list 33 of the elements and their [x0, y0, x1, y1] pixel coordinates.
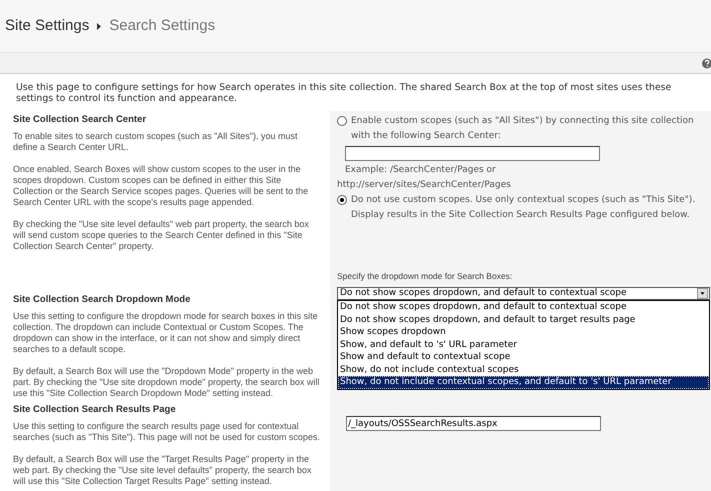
section-description: To enable sites to search custom scopes (such as "All Sites"), you must define a Search Center URL. — [13, 131, 299, 153]
section-title: Site Collection Search Results Page — [13, 404, 177, 415]
section-description: By default, a Search Box will use the "Dropdown Mode" property in the web part. By checking the "Use site dropdown mode" property, the search box will use this "Site Collection Search Dropdown Mode" setting instead. — [13, 366, 320, 399]
dropdown-option[interactable]: Do not show scopes dropdown, and default to target results page — [338, 314, 709, 326]
dropdown-option[interactable]: Show, do not include contextual scopes — [338, 364, 709, 376]
radio-label: Enable custom scopes (such as "All Sites") by connecting this site collection with the following Search Center: — [351, 115, 695, 143]
section-description: Once enabled, Search Boxes will show custom scopes to the user in the scopes dropdown. Custom scopes can be defined in either this Site Collection or the Search Service scopes pages. Queries will be sent to the Search Center URL with the scope's results page appended. — [13, 164, 310, 208]
dropdown-option[interactable]: Show, and default to 's' URL parameter — [338, 338, 709, 351]
dropdown-option[interactable]: Show and default to contextual scope — [338, 351, 709, 364]
section-description: Use this setting to configure the search results page used for contextual searches (such as "This Site"). This page will not be used for custom scopes. — [13, 421, 321, 443]
input-field[interactable] — [345, 146, 600, 161]
example-text: Example: /SearchCenter/Pages or — [345, 164, 497, 177]
dropdown-option[interactable]: Show scopes dropdown — [338, 326, 709, 338]
dropdown-option[interactable]: Do not show scopes dropdown, and default to contextual scope — [338, 301, 709, 314]
section-description: Use this setting to configure the dropdown mode for search boxes in this site collection. The dropdown can include Contextual or Custom Scopes. The dropdown can show in the interface, or it can not show and simply direct searches to a default scope. — [13, 311, 319, 355]
dropdown-option[interactable]: Show, do not include contextual scopes, and default to 's' URL parameter — [338, 376, 709, 388]
radio-button[interactable] — [337, 195, 347, 205]
radio-label: Do not use custom scopes. Use only contextual scopes (such as "This Site"). Display results in the Site Collection Search Results Page configured below. — [351, 194, 696, 222]
intro-text: Use this page to configure settings for how Search operates in this site collection. The shared Search Box at the top of most sites uses these settings to control its function and appearance. — [15, 81, 672, 106]
dropdown-value: Do not show scopes dropdown, and default to contextual scope — [339, 286, 628, 300]
section-title: Site Collection Search Dropdown Mode — [13, 294, 192, 305]
dropdown[interactable]: Do not show scopes dropdown, and default to contextual scope — [337, 287, 710, 300]
breadcrumb-item[interactable]: Site Settings — [5, 14, 90, 38]
example-text: http://server/sites/SearchCenter/Pages — [337, 179, 512, 192]
help-icon[interactable] — [701, 58, 711, 68]
section-title: Site Collection Search Center — [13, 114, 148, 125]
breadcrumb-item: Search Settings — [109, 16, 216, 36]
prompt-text: Specify the dropdown mode for Search Boxes: — [337, 271, 514, 282]
input-field[interactable]: /_layouts/OSSSearchResults.aspx — [346, 416, 601, 431]
breadcrumb-arrow-icon — [97, 22, 102, 30]
section-description: By checking the "Use site level defaults" web part property, the search box will send custom scope queries to the Search Center defined in this "Site Collection Search Center" property. — [13, 219, 310, 252]
section-description: By default, a Search Box will use the "Target Results Page" property in the web part. By checking the "Use site level defaults" property, the search box will use this "Site Collection Target Results Page" setting instead. — [13, 454, 312, 487]
radio-button[interactable] — [337, 116, 347, 126]
